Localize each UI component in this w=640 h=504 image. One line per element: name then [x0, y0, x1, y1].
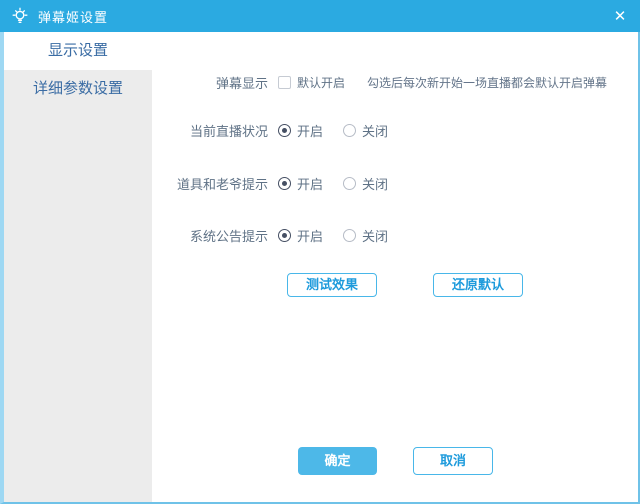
ok-button[interactable]: 确定 [298, 447, 377, 475]
sidebar: 显示设置 详细参数设置 [4, 32, 152, 502]
system-announce-off-label[interactable]: 关闭 [362, 226, 388, 245]
live-status-row: 当前直播状况 开启 关闭 [152, 120, 388, 140]
sidebar-item-display-settings[interactable]: 显示设置 [4, 32, 152, 70]
danmu-display-row: 弹幕显示 默认开启 勾选后每次新开始一场直播都会默认开启弹幕 [152, 72, 607, 92]
test-effect-button[interactable]: 测试效果 [287, 273, 377, 297]
gift-notice-off-label[interactable]: 关闭 [362, 174, 388, 193]
gift-notice-row: 道具和老爷提示 开启 关闭 [152, 173, 388, 193]
live-status-on-radio[interactable] [278, 123, 291, 137]
window-body: 显示设置 详细参数设置 弹幕显示 默认开启 勾选后每次新开始一场直播都会默认开启… [0, 32, 640, 504]
default-on-checkbox[interactable] [278, 75, 291, 89]
settings-panel: 弹幕显示 默认开启 勾选后每次新开始一场直播都会默认开启弹幕 当前直播状况 开启… [152, 32, 638, 502]
restore-default-button[interactable]: 还原默认 [433, 273, 523, 297]
system-announce-off-radio[interactable] [343, 228, 357, 242]
window-title: 弹幕姬设置 [38, 9, 109, 25]
danmu-display-label: 弹幕显示 [215, 75, 268, 91]
titlebar[interactable]: 弹幕姬设置 ✕ [0, 0, 640, 32]
close-icon[interactable]: ✕ [600, 0, 640, 32]
live-status-label: 当前直播状况 [189, 123, 268, 139]
danmu-display-hint: 勾选后每次新开始一场直播都会默认开启弹幕 [367, 75, 608, 90]
system-announce-on-label[interactable]: 开启 [297, 226, 323, 245]
lightbulb-icon [9, 5, 31, 27]
gift-notice-on-radio[interactable] [278, 176, 291, 190]
sidebar-item-detail-params[interactable]: 详细参数设置 [4, 70, 152, 108]
live-status-off-radio[interactable] [343, 123, 357, 137]
system-announce-row: 系统公告提示 开启 关闭 [152, 225, 388, 245]
system-announce-on-radio[interactable] [278, 228, 291, 242]
live-status-on-label[interactable]: 开启 [297, 121, 323, 140]
gift-notice-on-label[interactable]: 开启 [297, 174, 323, 193]
system-announce-label: 系统公告提示 [189, 228, 268, 244]
gift-notice-off-radio[interactable] [343, 176, 357, 190]
cancel-button[interactable]: 取消 [413, 447, 493, 475]
gift-notice-label: 道具和老爷提示 [176, 176, 268, 192]
settings-window: 弹幕姬设置 ✕ 显示设置 详细参数设置 弹幕显示 默认开启 勾选后每次新开始一场… [0, 0, 640, 504]
default-on-checkbox-label[interactable]: 默认开启 [297, 74, 345, 91]
live-status-off-label[interactable]: 关闭 [362, 121, 388, 140]
